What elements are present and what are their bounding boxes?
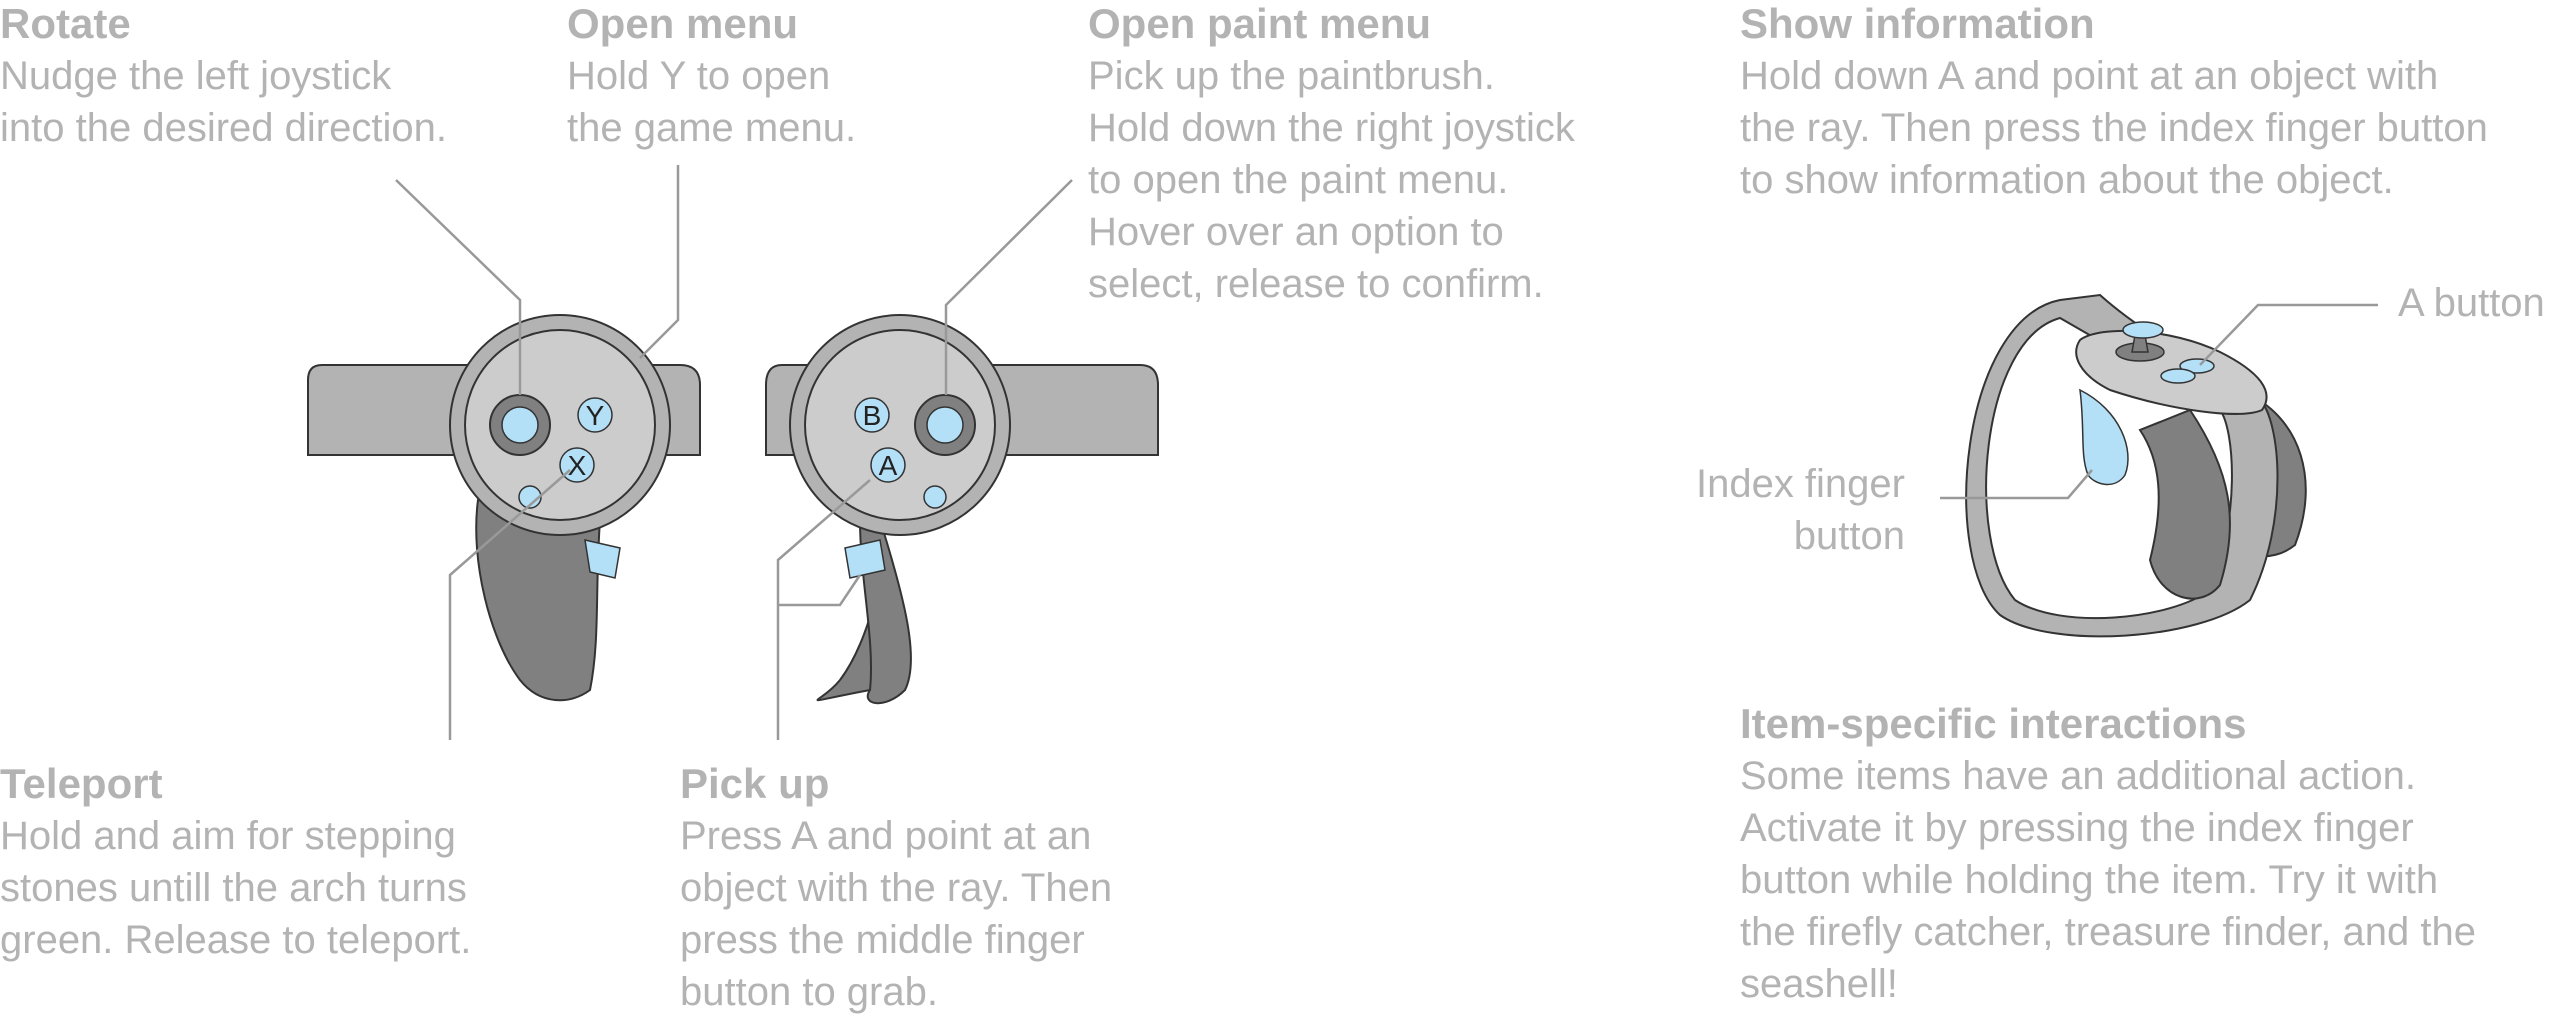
callout-pick-up-line: object with the ray. Then [680,866,1113,910]
callout-open-paint-menu-line: Hover over an option to [1088,210,1504,254]
left-joystick [501,406,539,444]
left-controller: Y X [307,314,701,702]
callout-rotate-line: into the desired direction. [0,106,447,150]
callout-show-information-title: Show information [1740,0,2095,47]
callout-open-menu-title: Open menu [567,0,799,47]
callout-show-information-line: the ray. Then press the index finger but… [1740,106,2488,150]
callout-teleport: Teleport Hold and aim for stepping stone… [0,758,471,966]
callout-item-specific-title: Item-specific interactions [1740,700,2247,747]
callout-open-paint-menu-line: Hold down the right joystick [1088,106,1575,150]
callout-open-menu-line: the game menu. [567,106,857,150]
callout-rotate-line: Nudge the left joystick [0,54,392,98]
callout-pick-up-line: Press A and point at an [680,814,1092,858]
callout-open-paint-menu-line: to open the paint menu. [1088,158,1509,202]
callout-open-menu: Open menu Hold Y to open the game menu. [567,0,856,154]
callout-item-specific-line: button while holding the item. Try it wi… [1740,858,2439,902]
callout-teleport-line: Hold and aim for stepping [0,814,456,858]
callout-pick-up-title: Pick up [680,760,830,807]
callout-item-specific-line: the firefly catcher, treasure finder, an… [1740,910,2476,954]
y-button-letter: Y [586,400,605,431]
callout-pick-up-line: button to grab. [680,970,938,1014]
callout-open-paint-menu-line: select, release to confirm. [1088,262,1544,306]
right-controller: B A [765,314,1159,705]
label-index-finger-line: button [1793,514,1905,558]
side-view-controller [1965,293,2307,638]
callout-pick-up-line: press the middle finger [680,918,1085,962]
right-menu-button [923,485,947,509]
callout-item-specific: Item-specific interactions Some items ha… [1740,698,2476,1010]
callout-rotate-title: Rotate [0,0,131,47]
side-view-joystick [2122,321,2164,339]
callout-pick-up: Pick up Press A and point at an object w… [680,758,1112,1018]
label-index-finger-button: Index finger button [1660,458,1905,562]
b-button-letter: B [863,400,882,431]
callout-teleport-line: green. Release to teleport. [0,918,472,962]
callout-open-paint-menu: Open paint menu Pick up the paintbrush. … [1088,0,1575,310]
right-joystick [926,406,964,444]
label-index-finger-line: Index finger [1695,462,1905,506]
callout-show-information: Show information Hold down A and point a… [1740,0,2488,206]
callout-item-specific-line: Activate it by pressing the index finger [1740,806,2414,850]
callout-rotate: Rotate Nudge the left joystick into the … [0,0,447,154]
callout-open-paint-menu-title: Open paint menu [1088,0,1432,47]
a-button-letter: A [879,450,898,481]
callout-teleport-line: stones untill the arch turns [0,866,467,910]
left-trigger-button [584,539,621,579]
callout-open-menu-line: Hold Y to open [567,54,831,98]
x-button-letter: X [568,450,587,481]
callout-item-specific-line: Some items have an additional action. [1740,754,2416,798]
leader-line-pick-up-trigger [778,574,862,607]
leader-line-open-menu [639,165,680,359]
label-a-button: A button [2398,281,2545,325]
callout-teleport-title: Teleport [0,760,163,807]
callout-item-specific-line: seashell! [1740,962,1898,1006]
side-view-a-button [2160,368,2196,384]
callout-show-information-line: to show information about the object. [1740,158,2394,202]
callout-show-information-line: Hold down A and point at an object with [1740,54,2439,98]
callout-open-paint-menu-line: Pick up the paintbrush. [1088,54,1495,98]
